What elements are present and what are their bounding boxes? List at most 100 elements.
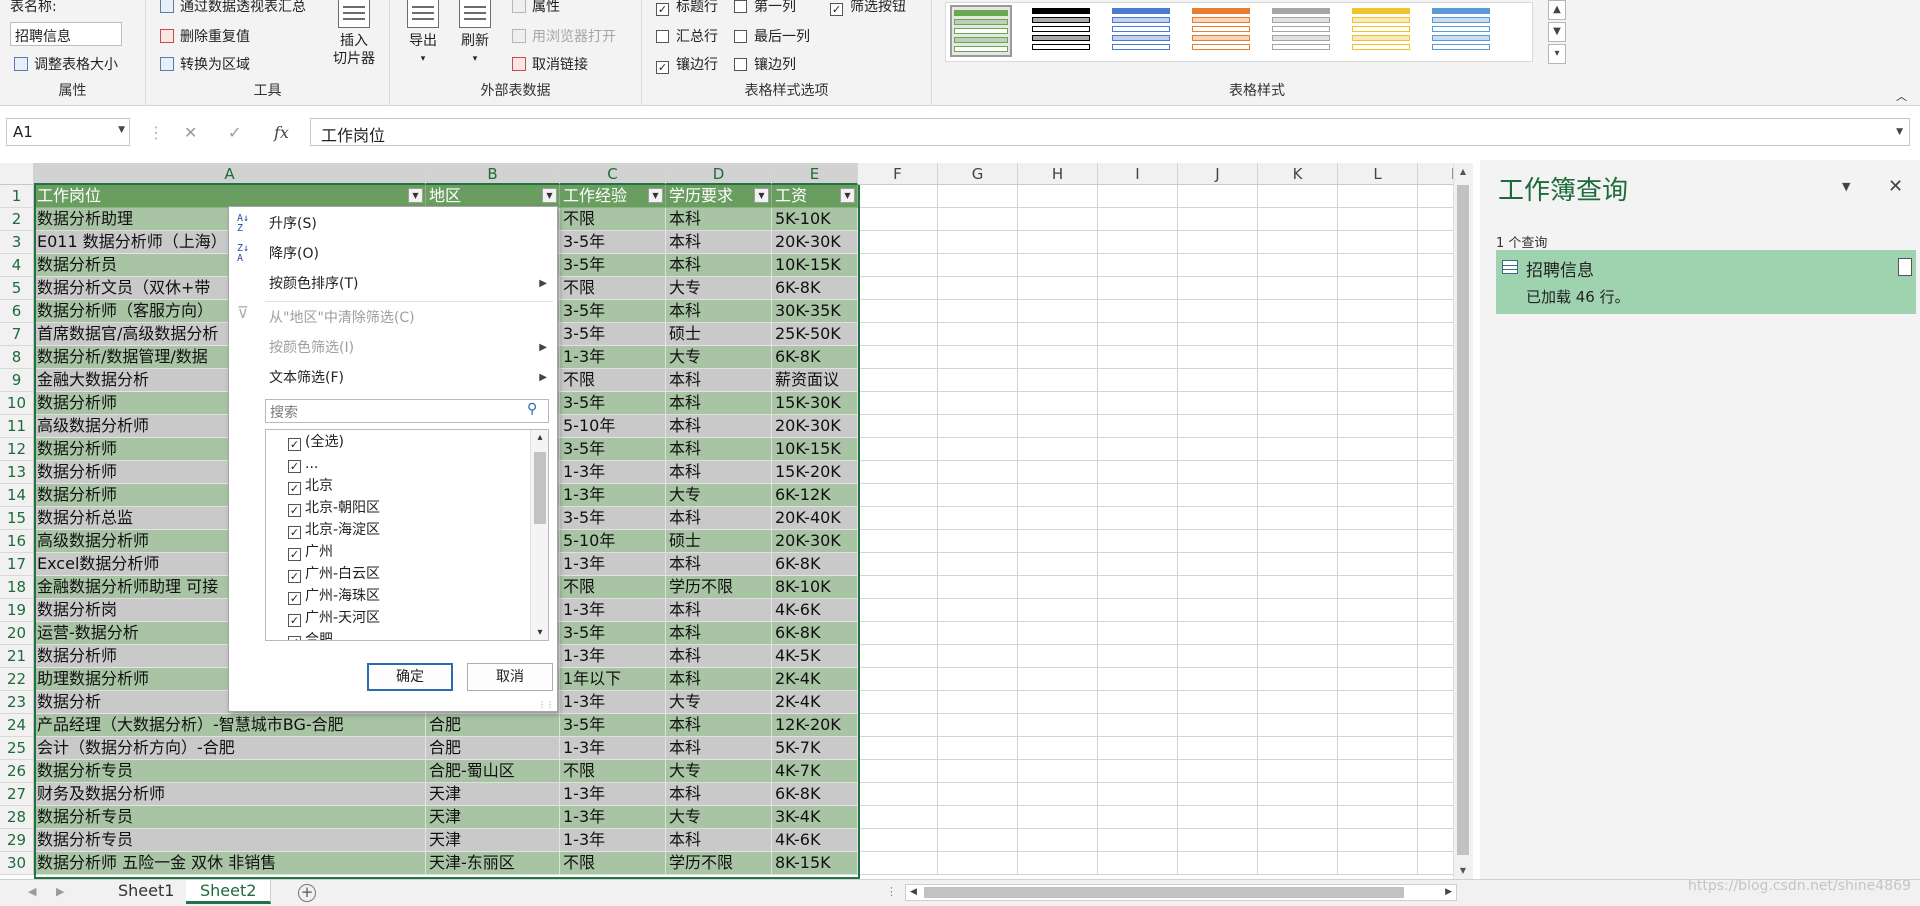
table-cell[interactable] <box>1178 208 1258 231</box>
table-cell[interactable] <box>858 415 938 438</box>
table-cell[interactable] <box>1018 438 1098 461</box>
table-cell[interactable] <box>1018 277 1098 300</box>
table-cell[interactable] <box>938 783 1018 806</box>
filter-list-item[interactable]: ✓ 广州 <box>288 542 333 564</box>
header-cell[interactable] <box>1098 185 1178 208</box>
table-cell[interactable]: 3-5年 <box>560 300 666 323</box>
table-cell[interactable] <box>938 231 1018 254</box>
table-cell[interactable] <box>938 829 1018 852</box>
table-cell[interactable]: 20K-30K <box>772 530 858 553</box>
table-cell[interactable]: 不限 <box>560 277 666 300</box>
filter-value-list[interactable]: ▴ ▾ ✓ (全选) ✓... ✓ 北京 ✓ 北京-朝阳区 ✓ 北京-海淀区 ✓ 广州 ✓ 广州-白云区… <box>265 429 549 641</box>
table-cell[interactable]: 天津 <box>426 783 560 806</box>
table-cell[interactable] <box>1098 231 1178 254</box>
ok-button[interactable]: 确定 <box>367 663 453 691</box>
table-cell[interactable] <box>938 599 1018 622</box>
table-style-swatch[interactable] <box>1110 5 1172 57</box>
table-cell[interactable] <box>1098 622 1178 645</box>
table-cell[interactable] <box>1418 530 1453 553</box>
pane-options-icon[interactable]: ▼ <box>1842 180 1850 193</box>
table-cell[interactable] <box>1258 668 1338 691</box>
table-cell[interactable] <box>1338 461 1418 484</box>
table-cell[interactable] <box>858 852 938 875</box>
table-cell[interactable] <box>938 277 1018 300</box>
table-cell[interactable]: 30K-35K <box>772 300 858 323</box>
table-cell[interactable] <box>1098 438 1178 461</box>
table-cell[interactable] <box>1258 277 1338 300</box>
convert-to-range-button[interactable]: 转换为区域 <box>160 54 250 74</box>
table-cell[interactable] <box>1178 852 1258 875</box>
checkbox[interactable]: ✓ <box>288 526 301 539</box>
table-cell[interactable] <box>858 300 938 323</box>
table-cell[interactable] <box>1098 691 1178 714</box>
table-cell[interactable] <box>1018 346 1098 369</box>
table-cell[interactable] <box>858 691 938 714</box>
table-cell[interactable] <box>1258 645 1338 668</box>
table-cell[interactable]: 1-3年 <box>560 346 666 369</box>
table-style-swatch[interactable] <box>950 5 1012 57</box>
header-cell[interactable]: 工作岗位 ▼ <box>34 185 426 208</box>
row-number[interactable]: 17 <box>0 553 34 576</box>
table-cell[interactable] <box>1338 783 1418 806</box>
table-cell[interactable]: 本科 <box>666 392 772 415</box>
header-cell[interactable] <box>1338 185 1418 208</box>
table-cell[interactable]: 不限 <box>560 208 666 231</box>
table-cell[interactable] <box>1018 645 1098 668</box>
table-cell[interactable] <box>1258 714 1338 737</box>
table-cell[interactable] <box>1338 346 1418 369</box>
row-number[interactable]: 13 <box>0 461 34 484</box>
table-cell[interactable]: 大专 <box>666 691 772 714</box>
checkbox[interactable]: ✓ <box>288 614 301 627</box>
row-number[interactable]: 11 <box>0 415 34 438</box>
table-cell[interactable]: 12K-20K <box>772 714 858 737</box>
table-cell[interactable] <box>1338 300 1418 323</box>
table-cell[interactable]: 数据分析专员 <box>34 829 426 852</box>
table-cell[interactable]: 薪资面议 <box>772 369 858 392</box>
list-scrollbar[interactable]: ▴ ▾ <box>530 430 548 640</box>
first-column-checkbox[interactable]: 第一列 <box>734 0 796 16</box>
table-cell[interactable] <box>1178 760 1258 783</box>
table-cell[interactable] <box>1418 415 1453 438</box>
horizontal-scrollbar[interactable]: ◀ ▶ <box>905 884 1457 901</box>
table-cell[interactable]: 产品经理（大数据分析）-智慧城市BG-合肥 <box>34 714 426 737</box>
collapse-ribbon-icon[interactable]: ︿ <box>1896 88 1907 104</box>
list-scrollbar-thumb[interactable] <box>534 452 546 524</box>
table-cell[interactable] <box>1018 576 1098 599</box>
row-number[interactable]: 23 <box>0 691 34 714</box>
table-cell[interactable] <box>1258 254 1338 277</box>
table-cell[interactable] <box>1178 553 1258 576</box>
table-cell[interactable] <box>938 668 1018 691</box>
table-name-input[interactable]: 招聘信息 <box>10 22 122 46</box>
last-column-checkbox[interactable]: 最后一列 <box>734 26 810 46</box>
formula-input[interactable]: 工作岗位 ▼ <box>310 118 1910 146</box>
table-cell[interactable] <box>1418 461 1453 484</box>
table-cell[interactable] <box>858 645 938 668</box>
column-header-d[interactable]: D <box>666 163 772 185</box>
table-cell[interactable]: 不限 <box>560 852 666 875</box>
table-cell[interactable] <box>858 208 938 231</box>
table-cell[interactable] <box>1338 530 1418 553</box>
column-header-m[interactable]: M <box>1418 163 1453 185</box>
table-cell[interactable]: 合肥-蜀山区 <box>426 760 560 783</box>
table-cell[interactable]: 6K-8K <box>772 783 858 806</box>
table-cell[interactable] <box>1338 829 1418 852</box>
checkbox[interactable]: ✓ <box>288 460 301 473</box>
table-cell[interactable] <box>938 507 1018 530</box>
table-cell[interactable]: 1-3年 <box>560 461 666 484</box>
table-cell[interactable]: 1-3年 <box>560 806 666 829</box>
table-cell[interactable] <box>1418 369 1453 392</box>
table-cell[interactable] <box>1018 300 1098 323</box>
table-cell[interactable] <box>1178 714 1258 737</box>
table-cell[interactable] <box>1258 461 1338 484</box>
table-cell[interactable] <box>1018 231 1098 254</box>
table-cell[interactable] <box>938 392 1018 415</box>
banded-columns-checkbox[interactable]: 镶边列 <box>734 54 796 74</box>
table-style-swatch[interactable] <box>1270 5 1332 57</box>
table-cell[interactable] <box>1418 737 1453 760</box>
table-cell[interactable] <box>1418 438 1453 461</box>
table-cell[interactable] <box>1018 760 1098 783</box>
table-cell[interactable]: 本科 <box>666 553 772 576</box>
table-cell[interactable] <box>1258 553 1338 576</box>
column-header-b[interactable]: B <box>426 163 560 185</box>
remove-duplicates-button[interactable]: 删除重复值 <box>160 26 250 46</box>
